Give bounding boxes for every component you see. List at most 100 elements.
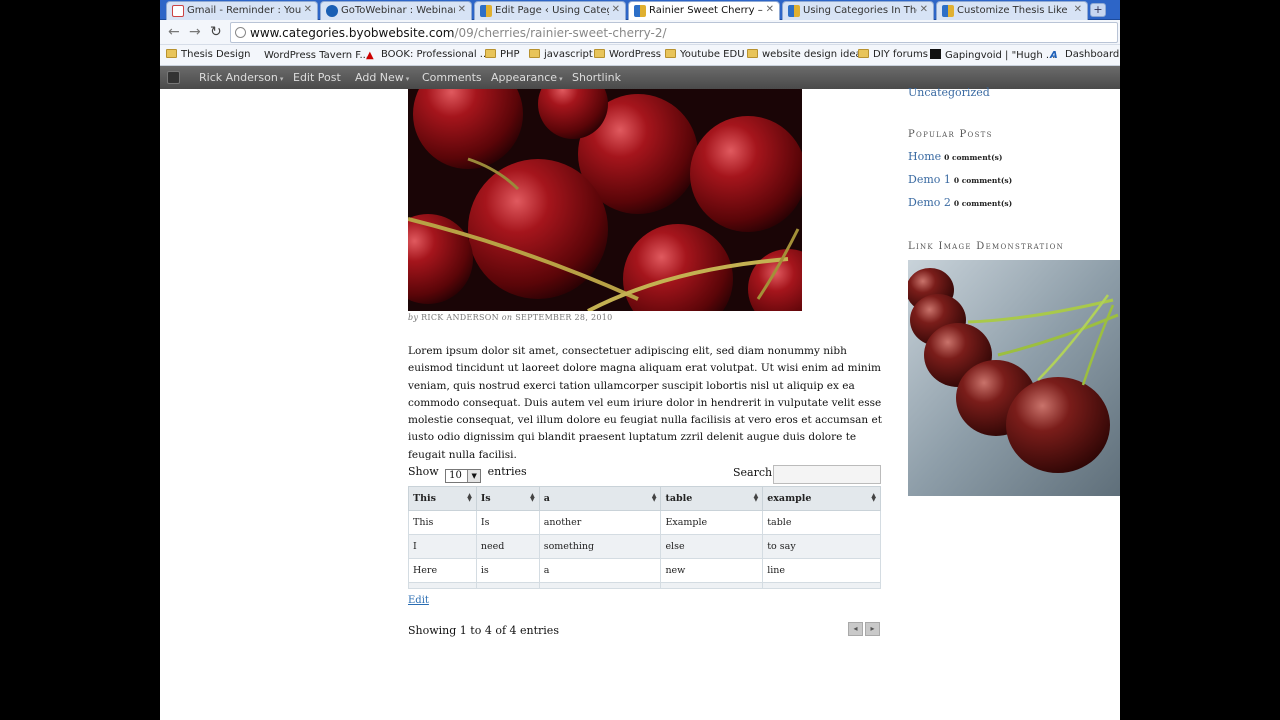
admin-edit-post[interactable]: Edit Post [293,71,341,84]
admin-item-label: Appearance [491,71,558,84]
wordpress-icon [249,49,260,59]
column-header-label: a [543,493,550,504]
tab-gmail[interactable]: Gmail - Reminder : Your ... ✕ [166,1,318,20]
new-tab-button[interactable]: + [1090,3,1106,17]
table-cell: is [475,558,540,583]
close-icon[interactable]: ✕ [1074,4,1082,15]
folder-icon [166,49,177,58]
reload-icon[interactable]: ↻ [210,24,222,40]
post-body: Lorem ipsum dolor sit amet, consectetuer… [408,345,882,461]
address-bar[interactable]: www.categories.byobwebsite.com/09/cherri… [230,22,1118,43]
back-icon[interactable]: ← [168,24,180,40]
close-icon[interactable]: ✕ [304,4,312,15]
globe-icon [235,27,246,38]
byline-author[interactable]: RICK ANDERSON [421,313,499,322]
entries-per-page-value: 10 [449,470,462,481]
bookmark-book[interactable]: ▲ BOOK: Professional ... [366,49,489,61]
table-row: This Is another Example table [408,510,881,535]
bookmark-label: Gapingvoid | "Hugh ... [945,50,1056,61]
table-cell: new [660,558,764,583]
column-header[interactable]: example ▲ ▼ [762,486,881,511]
column-header-label: table [665,493,693,504]
url-path: /09/cherries/rainier-sweet-cherry-2/ [454,26,667,40]
tab-edit-page[interactable]: Edit Page ‹ Using Categor... ✕ [474,1,626,20]
thesis-icon [634,5,646,17]
folder-icon [594,49,605,58]
chevron-down-icon: ▼ [467,470,481,482]
bookmark-label: javascript [544,49,593,60]
bookmark-label: website design ideas [762,49,867,60]
table-cell [538,582,662,589]
wordpress-logo-icon[interactable] [167,71,180,84]
column-header[interactable]: table ▲ ▼ [660,486,764,511]
byline-date: SEPTEMBER 28, 2010 [515,313,613,322]
tab-using-categories[interactable]: Using Categories In Thesi... ✕ [782,1,934,20]
column-header-label: example [767,493,812,504]
admin-user-menu[interactable]: Rick Anderson ▾ [199,71,283,84]
tab-label: Customize Thesis Like a ... [957,5,1071,16]
close-icon[interactable]: ✕ [920,4,928,15]
bookmark-label: WordPress Tavern F... [264,50,369,61]
admin-item-label: Rick Anderson [199,71,278,84]
bookmark-javascript[interactable]: javascript [529,49,593,60]
edit-link[interactable]: Edit [408,595,429,606]
admin-item-label: Add New [355,71,404,84]
tab-gotowebinar[interactable]: GoToWebinar : Webinars ... ✕ [320,1,472,20]
table-row [408,582,881,589]
bookmark-label: Youtube EDU [680,49,745,60]
search-input[interactable] [773,465,881,484]
thesis-icon [942,5,954,17]
dashboard-icon: A [1050,50,1058,61]
column-header-label: This [413,493,436,504]
admin-appearance-menu[interactable]: Appearance ▾ [491,71,563,84]
bookmark-youtube-edu[interactable]: Youtube EDU [665,49,745,60]
admin-shortlink[interactable]: Shortlink [572,71,621,84]
category-link-uncategorized[interactable]: Uncategorized [908,86,990,99]
admin-comments[interactable]: Comments [422,71,482,84]
column-header[interactable]: a ▲ ▼ [538,486,662,511]
tab-rainier-sweet-cherry[interactable]: Rainier Sweet Cherry – 2 ✕ [628,1,780,21]
bookmark-wordpress-tavern[interactable]: WordPress Tavern F... [249,49,369,61]
tab-strip: Gmail - Reminder : Your ... ✕ GoToWebina… [160,0,1120,21]
link-image[interactable] [908,260,1120,496]
bookmark-label: Dashboard ‹ ( [1065,49,1120,60]
bookmark-dashboard[interactable]: A Dashboard ‹ ( [1050,49,1120,61]
gmail-icon [172,5,184,17]
column-header[interactable]: This ▲ ▼ [408,486,477,511]
next-page-button[interactable]: ▸ [865,622,880,636]
bookmark-thesis-design[interactable]: Thesis Design [166,49,251,60]
table-cell [475,582,540,589]
browser-toolbar: ← → ↻ www.categories.byobwebsite.com/09/… [160,20,1120,45]
link-image-widget-title: Link Image Demonstration [908,241,1065,252]
folder-icon [665,49,676,58]
bookmark-diy-forums[interactable]: DIY forums [858,49,928,60]
admin-add-new-menu[interactable]: Add New ▾ [355,71,409,84]
bookmark-php[interactable]: PHP [485,49,520,60]
datatable-length-control: Show 10 ▼ entries [408,465,527,483]
entries-per-page-select[interactable]: 10 ▼ [445,469,482,483]
bookmark-wordpress[interactable]: WordPress [594,49,661,60]
tab-label: Using Categories In Thesi... [803,5,917,16]
column-header[interactable]: Is ▲ ▼ [475,486,540,511]
popular-post-item: Demo 20 comment(s) [908,196,1012,209]
gapingvoid-icon [930,49,941,59]
popular-post-link[interactable]: Demo 1 [908,173,951,186]
table-cell: table [762,510,881,535]
table-cell: a [538,558,662,583]
tab-customize-thesis[interactable]: Customize Thesis Like a ... ✕ [936,1,1088,20]
close-icon[interactable]: ✕ [458,4,466,15]
tab-label: Gmail - Reminder : Your ... [187,5,301,16]
acrobat-icon: ▲ [366,50,374,61]
popular-post-link[interactable]: Demo 2 [908,196,951,209]
previous-page-button[interactable]: ◂ [848,622,863,636]
bookmark-website-design-ideas[interactable]: website design ideas [747,49,867,60]
sort-icon: ▲ ▼ [871,492,876,503]
close-icon[interactable]: ✕ [612,4,620,15]
comment-count: 0 comment(s) [953,176,1013,185]
popular-post-link[interactable]: Home [908,150,941,163]
bookmark-gapingvoid[interactable]: Gapingvoid | "Hugh ... [930,49,1055,61]
data-table: This ▲ ▼ Is ▲ ▼ a ▲ ▼ table ▲ ▼ example ▲ ▼ This I… [408,486,881,589]
close-icon[interactable]: ✕ [766,4,774,15]
table-cell: I [408,534,477,559]
forward-icon[interactable]: → [189,24,201,40]
